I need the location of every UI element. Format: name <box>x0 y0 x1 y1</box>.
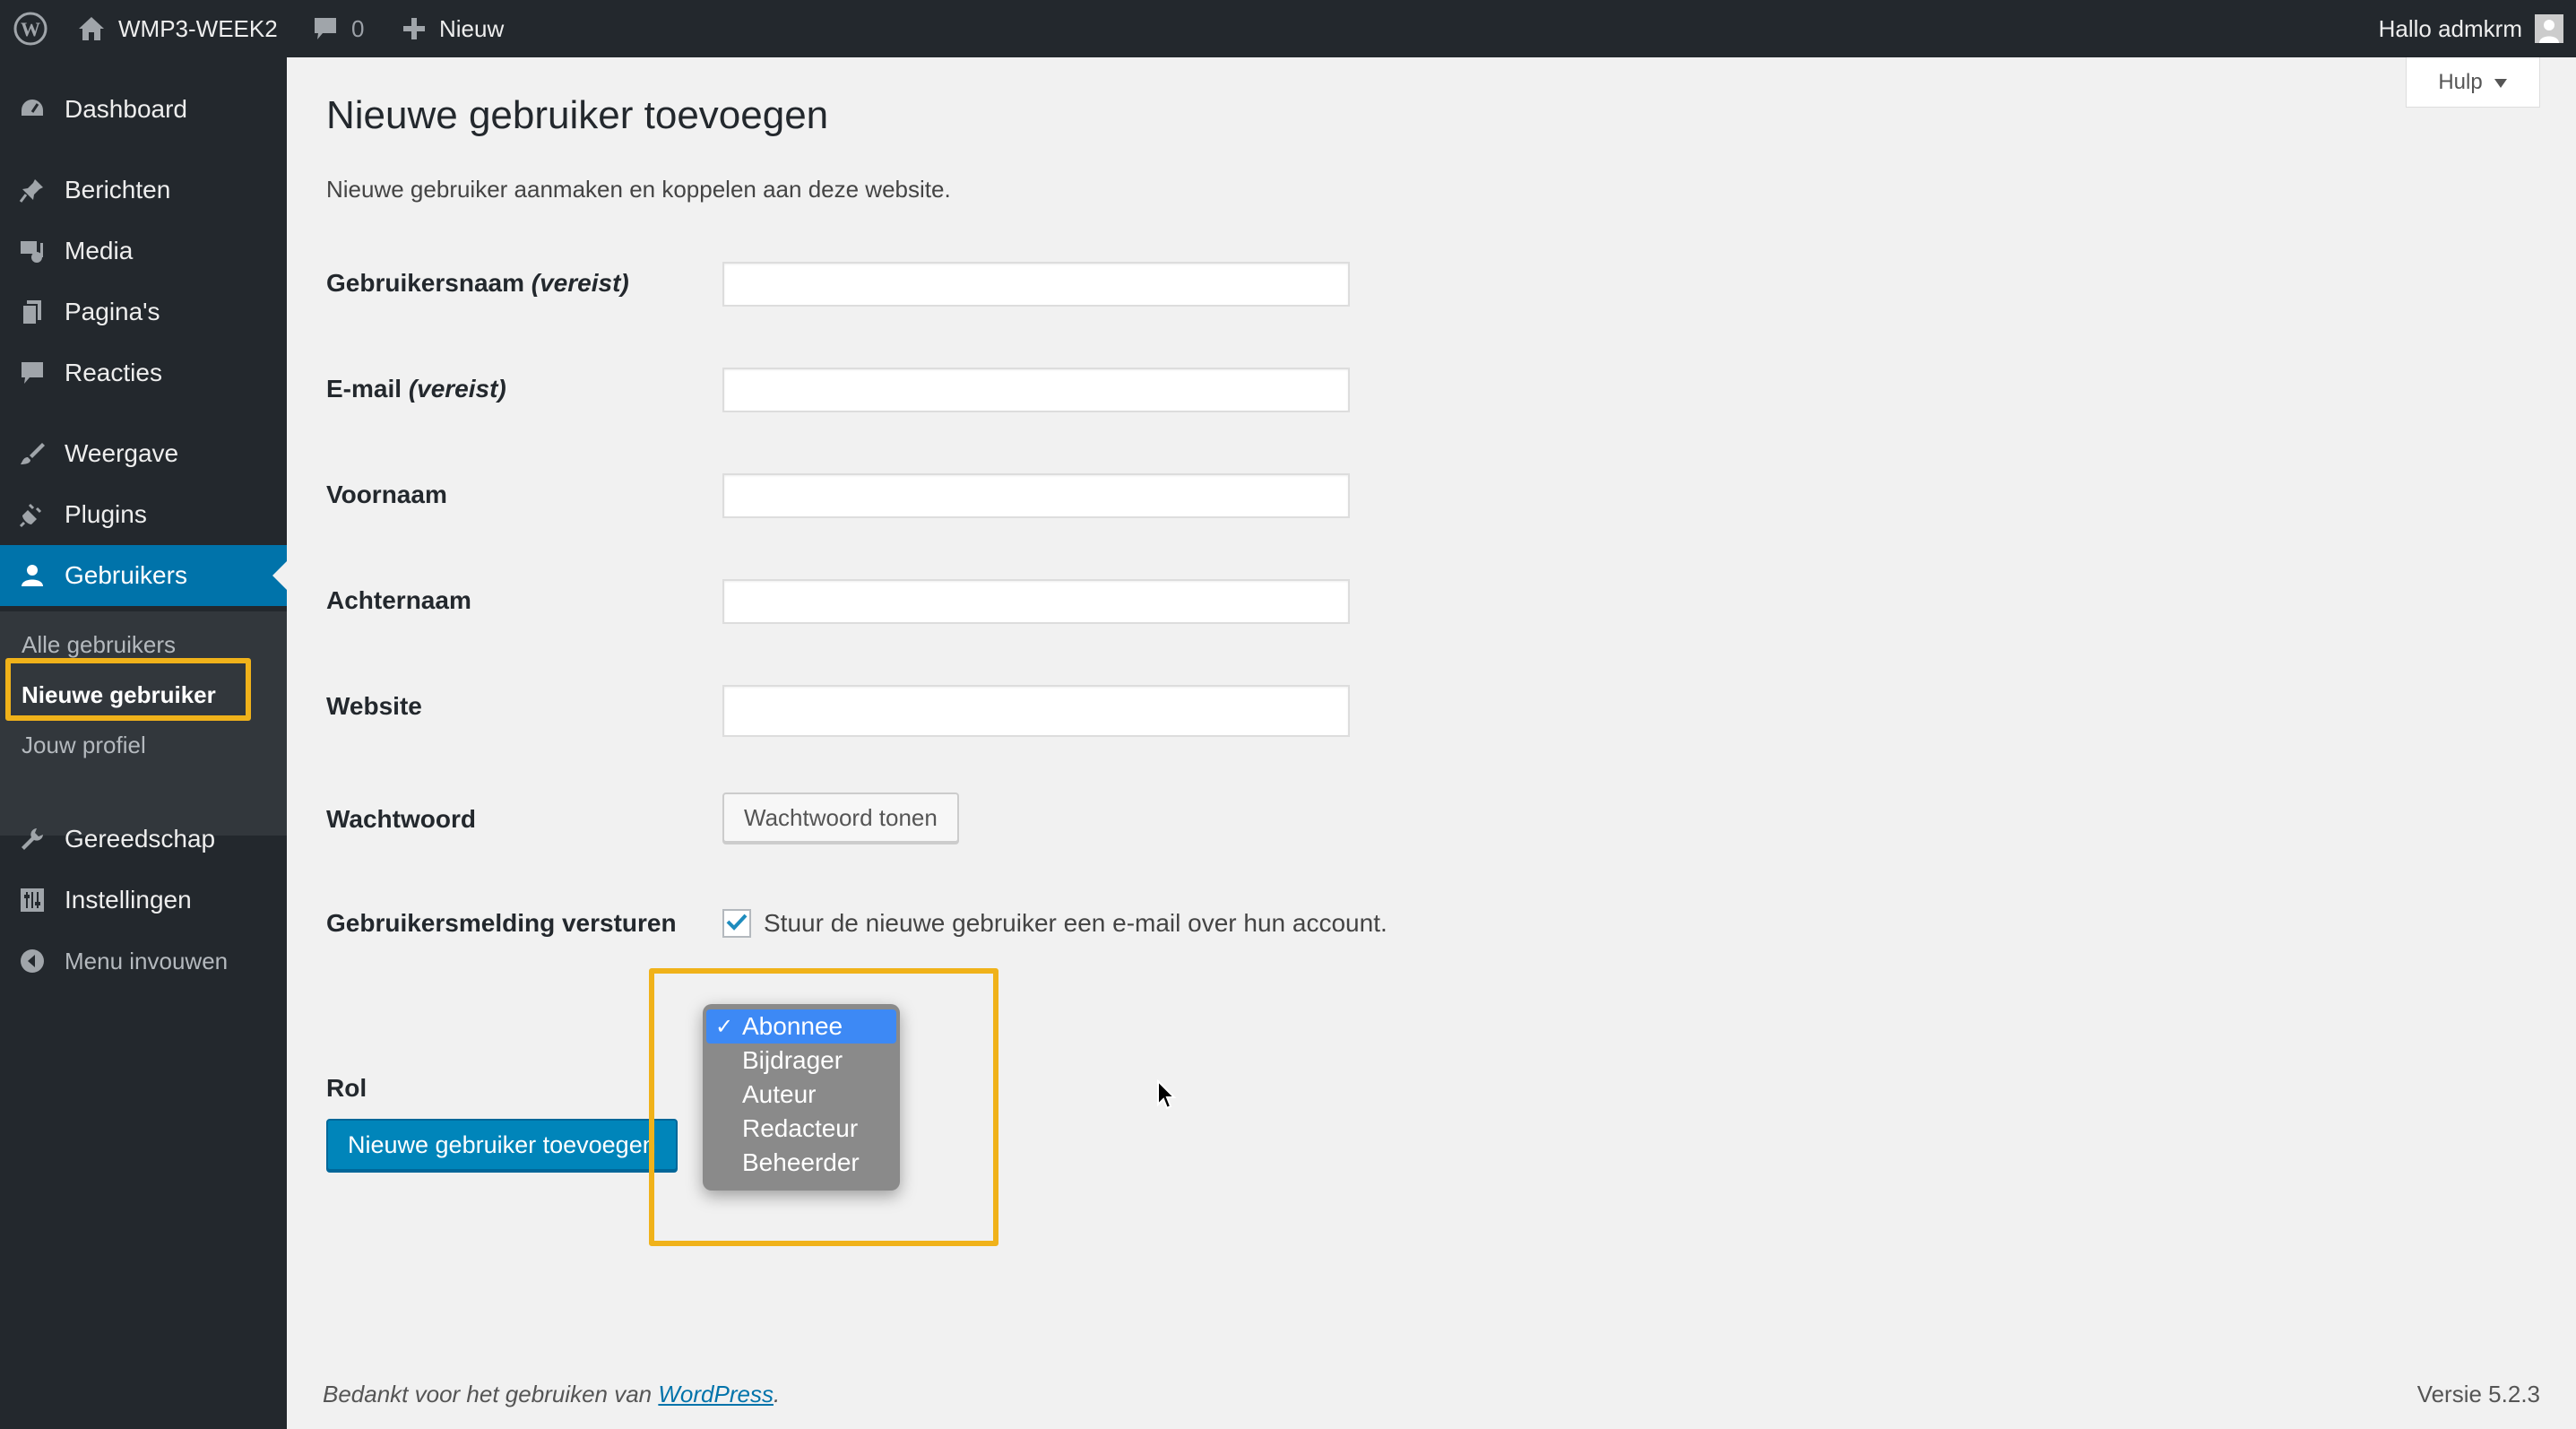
tools-icon <box>18 825 47 853</box>
menu-label: Gebruikers <box>65 561 187 589</box>
appearance-icon <box>18 439 47 468</box>
footer-version: Versie 5.2.3 <box>2416 1381 2540 1407</box>
greeting: Hallo admkrm <box>2378 14 2522 42</box>
avatar <box>2535 14 2563 43</box>
website-input[interactable] <box>722 685 1350 737</box>
role-option-subscriber[interactable]: ✓ Abonnee <box>706 1009 896 1044</box>
my-account-link[interactable]: Hallo admkrm <box>2379 0 2563 57</box>
menu-item-settings[interactable]: Instellingen <box>0 870 287 931</box>
role-option-label: Bijdrager <box>742 1046 843 1074</box>
menu-item-appearance[interactable]: Weergave <box>0 423 287 484</box>
notify-label: Gebruikersmelding versturen <box>326 909 677 937</box>
role-label: Rol <box>326 1074 367 1102</box>
role-option-label: Abonnee <box>742 1012 843 1040</box>
menu-item-collapse[interactable]: Menu invouwen <box>0 931 287 992</box>
menu-label: Reacties <box>65 359 162 386</box>
footer-thanks: Bedankt voor het gebruiken van WordPress… <box>323 1381 781 1407</box>
menu-item-dashboard[interactable]: Dashboard <box>0 79 287 140</box>
wordpress-logo-icon[interactable]: W <box>13 0 48 57</box>
show-password-button[interactable]: Wachtwoord tonen <box>722 792 959 843</box>
menu-label: Menu invouwen <box>65 947 229 974</box>
role-option-editor[interactable]: Redacteur <box>706 1112 896 1146</box>
site-name-link[interactable]: WMP3-WEEK2 <box>77 0 278 57</box>
role-option-administrator[interactable]: Beheerder <box>706 1146 896 1180</box>
media-icon <box>18 237 47 265</box>
collapse-icon <box>18 947 47 975</box>
menu-label: Instellingen <box>65 886 192 914</box>
page-description: Nieuwe gebruiker aanmaken en koppelen aa… <box>326 176 951 203</box>
home-icon <box>77 15 106 42</box>
menu-label: Dashboard <box>65 95 187 123</box>
role-option-author[interactable]: Auteur <box>706 1078 896 1112</box>
email-input[interactable] <box>722 368 1350 412</box>
comments-count: 0 <box>351 14 365 42</box>
firstname-label: Voornaam <box>326 481 447 508</box>
notify-checkbox[interactable] <box>722 909 751 938</box>
menu-label: Berichten <box>65 176 171 204</box>
comment-bubble-icon <box>312 15 339 42</box>
mouse-cursor-icon <box>1156 1078 1178 1116</box>
menu-label: Gereedschap <box>65 825 216 853</box>
help-tab[interactable]: Hulp <box>2406 57 2540 108</box>
dashboard-icon <box>18 95 47 124</box>
role-option-label: Redacteur <box>742 1114 859 1142</box>
caret-down-icon <box>2494 70 2508 95</box>
plugins-icon <box>18 500 47 529</box>
users-icon <box>18 561 47 590</box>
add-new-user-button[interactable]: Nieuwe gebruiker toevoegen <box>326 1119 678 1171</box>
check-icon: ✓ <box>715 1014 734 1039</box>
help-label: Hulp <box>2438 69 2483 94</box>
wordpress-link[interactable]: WordPress <box>658 1381 774 1407</box>
plus-icon <box>402 16 427 41</box>
pages-icon <box>18 298 47 326</box>
username-label: Gebruikersnaam (vereist) <box>326 269 629 297</box>
menu-label: Media <box>65 237 134 264</box>
menu-label: Pagina's <box>65 298 160 325</box>
role-dropdown[interactable]: ✓ Abonnee Bijdrager Auteur Redacteur Beh… <box>703 1004 900 1191</box>
svg-text:W: W <box>21 18 40 40</box>
comments-link[interactable]: 0 <box>312 0 364 57</box>
role-option-label: Beheerder <box>742 1148 860 1176</box>
menu-item-plugins[interactable]: Plugins <box>0 484 287 545</box>
submenu-item-your-profile[interactable]: Jouw profiel <box>22 732 146 759</box>
menu-item-media[interactable]: Media <box>0 221 287 281</box>
menu-item-users[interactable]: Gebruikers <box>0 545 287 606</box>
site-name: WMP3-WEEK2 <box>118 14 278 42</box>
lastname-label: Achternaam <box>326 586 471 614</box>
pin-icon <box>18 176 47 204</box>
menu-item-posts[interactable]: Berichten <box>0 160 287 221</box>
firstname-input[interactable] <box>722 473 1350 518</box>
menu-label: Plugins <box>65 500 147 528</box>
comments-icon <box>18 359 47 387</box>
menu-item-comments[interactable]: Reacties <box>0 342 287 403</box>
website-label: Website <box>326 692 422 720</box>
username-input[interactable] <box>722 262 1350 307</box>
role-option-contributor[interactable]: Bijdrager <box>706 1044 896 1078</box>
users-submenu: Alle gebruikers Nieuwe gebruiker Jouw pr… <box>0 611 287 836</box>
submenu-item-all-users[interactable]: Alle gebruikers <box>22 631 176 659</box>
email-label: E-mail (vereist) <box>326 375 506 403</box>
new-label: Nieuw <box>439 14 505 42</box>
highlight-box-new-user <box>5 658 251 721</box>
admin-sidebar: Dashboard Berichten Media Pagina's React… <box>0 57 287 1429</box>
admin-bar: W WMP3-WEEK2 0 Nieuw Hallo admkrm <box>0 0 2576 57</box>
role-option-label: Auteur <box>742 1080 817 1108</box>
menu-item-tools[interactable]: Gereedschap <box>0 809 287 870</box>
password-label: Wachtwoord <box>326 805 476 833</box>
menu-label: Weergave <box>65 439 179 467</box>
new-content-link[interactable]: Nieuw <box>402 0 504 57</box>
main-content: Hulp Nieuwe gebruiker toevoegen Nieuwe g… <box>287 57 2576 1429</box>
notify-checkbox-label[interactable]: Stuur de nieuwe gebruiker een e-mail ove… <box>764 909 1387 938</box>
page-title: Nieuwe gebruiker toevoegen <box>326 93 829 137</box>
lastname-input[interactable] <box>722 579 1350 624</box>
checkmark-icon <box>726 913 748 935</box>
menu-item-pages[interactable]: Pagina's <box>0 281 287 342</box>
settings-icon <box>18 886 47 914</box>
